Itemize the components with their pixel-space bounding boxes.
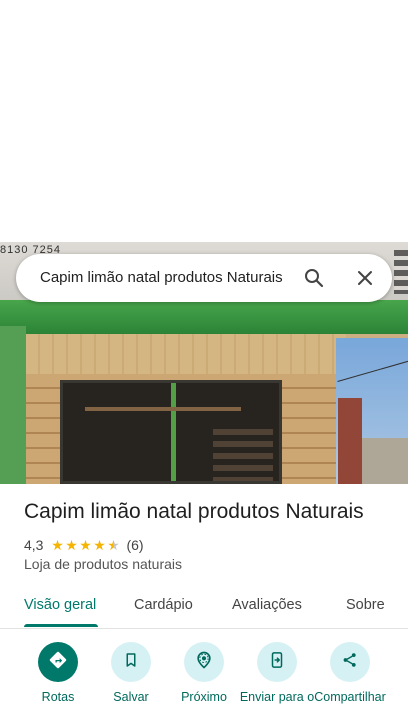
tab-reviews[interactable]: Avaliações (232, 597, 302, 613)
tab-bar: Visão geral Cardápio Avaliações Sobre (0, 588, 408, 629)
send-to-phone-icon (268, 651, 286, 674)
share-label: Compartilhar (314, 690, 386, 704)
star-rating: ★ ★ ★ ★ ★ (50, 538, 120, 552)
search-bar[interactable]: Capim limão natal produtos Naturais (16, 254, 392, 302)
send-to-phone-button[interactable]: Enviar para o (237, 642, 317, 704)
half-star-icon: ★ (107, 537, 120, 553)
search-input[interactable]: Capim limão natal produtos Naturais (40, 269, 288, 286)
star-icon: ★ (79, 537, 92, 553)
map-area-blank (0, 0, 408, 242)
active-tab-indicator (24, 624, 98, 627)
nearby-icon (194, 650, 214, 675)
bookmark-icon (122, 651, 140, 674)
review-count: (6) (126, 537, 144, 553)
close-icon[interactable] (353, 266, 377, 290)
share-button[interactable]: Compartilhar (310, 642, 390, 704)
directions-label: Rotas (41, 690, 75, 704)
directions-icon (48, 650, 68, 675)
nearby-label: Próximo (181, 690, 227, 704)
rating-row[interactable]: 4,3 ★ ★ ★ ★ ★ (6) (24, 536, 144, 554)
action-buttons: Rotas Salvar Próximo Enviar para o Compa… (0, 642, 408, 726)
search-icon[interactable] (302, 266, 326, 290)
tab-menu[interactable]: Cardápio (134, 597, 193, 613)
rating-value: 4,3 (24, 537, 44, 553)
tab-about[interactable]: Sobre (346, 597, 385, 613)
place-title: Capim limão natal produtos Naturais (24, 500, 364, 523)
star-icon: ★ (93, 537, 106, 553)
save-button[interactable]: Salvar (91, 642, 171, 704)
star-icon: ★ (51, 537, 64, 553)
share-icon (341, 651, 359, 674)
tab-overview[interactable]: Visão geral (24, 597, 96, 613)
nearby-button[interactable]: Próximo (164, 642, 244, 704)
save-label: Salvar (113, 690, 149, 704)
directions-button[interactable]: Rotas (18, 642, 98, 704)
send-to-phone-label: Enviar para o (239, 690, 315, 704)
star-icon: ★ (65, 537, 78, 553)
place-category: Loja de produtos naturais (24, 556, 182, 572)
